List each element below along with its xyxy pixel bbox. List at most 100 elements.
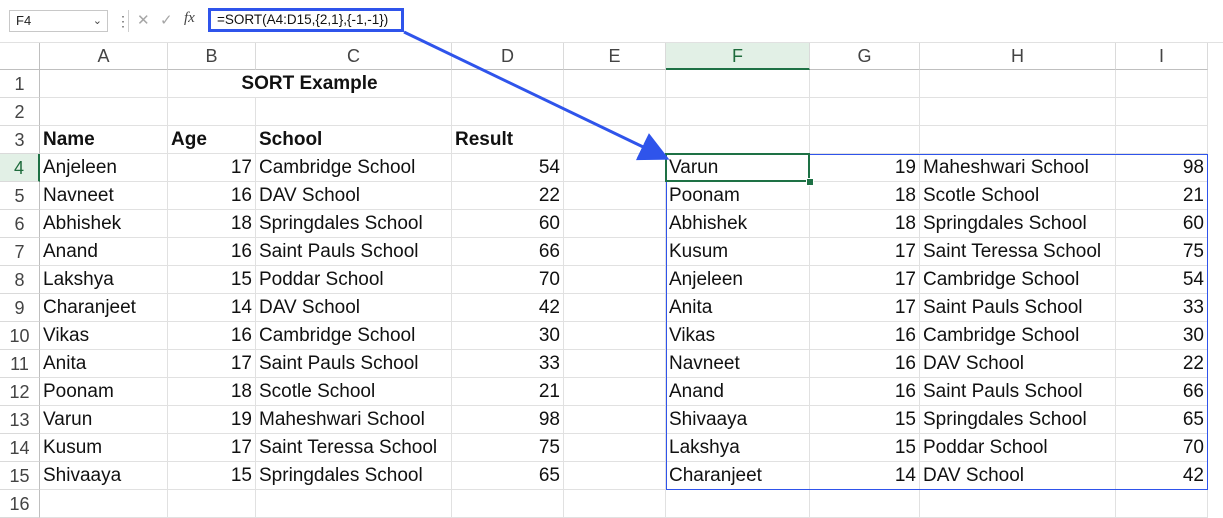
source-age-cell[interactable]: 15 [168,462,256,490]
row-header-10[interactable]: 10 [0,322,40,350]
source-school-cell[interactable]: Saint Pauls School [256,350,452,378]
empty-cell[interactable] [564,126,666,154]
name-box[interactable]: F4 ⌄ [9,10,108,32]
source-result-cell[interactable]: 30 [452,322,564,350]
empty-cell[interactable] [256,98,452,126]
sorted-result-cell[interactable]: 70 [1116,434,1208,462]
empty-cell[interactable] [1116,70,1208,98]
source-name-cell[interactable]: Navneet [40,182,168,210]
source-school-cell[interactable]: Springdales School [256,462,452,490]
empty-cell[interactable] [810,126,920,154]
source-age-cell[interactable]: 17 [168,434,256,462]
empty-cell[interactable] [666,70,810,98]
source-name-cell[interactable]: Anand [40,238,168,266]
source-school-cell[interactable]: Springdales School [256,210,452,238]
column-header-a[interactable]: A [40,43,168,70]
source-age-cell[interactable]: 16 [168,182,256,210]
empty-cell[interactable] [810,490,920,518]
source-result-cell[interactable]: 70 [452,266,564,294]
empty-cell[interactable] [1116,126,1208,154]
sorted-age-cell[interactable]: 19 [810,154,920,182]
source-result-cell[interactable]: 21 [452,378,564,406]
sorted-name-cell[interactable]: Navneet [666,350,810,378]
source-name-cell[interactable]: Shivaaya [40,462,168,490]
empty-cell[interactable] [666,490,810,518]
empty-cell[interactable] [40,70,168,98]
sorted-school-cell[interactable]: DAV School [920,462,1116,490]
source-school-cell[interactable]: Saint Teressa School [256,434,452,462]
sorted-age-cell[interactable]: 18 [810,182,920,210]
sorted-age-cell[interactable]: 16 [810,322,920,350]
empty-cell[interactable] [452,98,564,126]
sorted-school-cell[interactable]: Maheshwari School [920,154,1116,182]
source-result-cell[interactable]: 98 [452,406,564,434]
column-header-c[interactable]: C [256,43,452,70]
source-age-cell[interactable]: 16 [168,322,256,350]
source-school-cell[interactable]: DAV School [256,294,452,322]
sorted-name-cell[interactable]: Shivaaya [666,406,810,434]
sorted-age-cell[interactable]: 18 [810,210,920,238]
header-age[interactable]: Age [168,126,256,154]
sorted-age-cell[interactable]: 17 [810,238,920,266]
empty-cell[interactable] [40,490,168,518]
row-header-13[interactable]: 13 [0,406,40,434]
header-school[interactable]: School [256,126,452,154]
source-result-cell[interactable]: 22 [452,182,564,210]
sheet-title[interactable]: SORT Example [168,70,452,98]
empty-cell[interactable] [564,98,666,126]
source-name-cell[interactable]: Vikas [40,322,168,350]
empty-cell[interactable] [564,238,666,266]
empty-cell[interactable] [666,126,810,154]
sorted-result-cell[interactable]: 21 [1116,182,1208,210]
source-name-cell[interactable]: Anjeleen [40,154,168,182]
empty-cell[interactable] [452,490,564,518]
header-name[interactable]: Name [40,126,168,154]
sorted-name-cell[interactable]: Charanjeet [666,462,810,490]
row-header-9[interactable]: 9 [0,294,40,322]
sorted-name-cell[interactable]: Anita [666,294,810,322]
empty-cell[interactable] [564,378,666,406]
sorted-result-cell[interactable]: 42 [1116,462,1208,490]
empty-cell[interactable] [564,210,666,238]
empty-cell[interactable] [920,70,1116,98]
sorted-school-cell[interactable]: Springdales School [920,210,1116,238]
source-age-cell[interactable]: 17 [168,154,256,182]
empty-cell[interactable] [564,70,666,98]
empty-cell[interactable] [564,434,666,462]
source-school-cell[interactable]: Maheshwari School [256,406,452,434]
row-header-16[interactable]: 16 [0,490,40,518]
column-header-e[interactable]: E [564,43,666,70]
row-header-14[interactable]: 14 [0,434,40,462]
empty-cell[interactable] [810,70,920,98]
sorted-result-cell[interactable]: 98 [1116,154,1208,182]
check-icon[interactable]: ✓ [160,11,173,29]
select-all-corner[interactable] [0,43,40,70]
source-school-cell[interactable]: Cambridge School [256,322,452,350]
sorted-name-cell[interactable]: Vikas [666,322,810,350]
column-header-d[interactable]: D [452,43,564,70]
empty-cell[interactable] [564,322,666,350]
source-name-cell[interactable]: Lakshya [40,266,168,294]
source-age-cell[interactable]: 16 [168,238,256,266]
sorted-age-cell[interactable]: 16 [810,378,920,406]
column-header-f[interactable]: F [666,43,810,70]
source-result-cell[interactable]: 60 [452,210,564,238]
sorted-result-cell[interactable]: 66 [1116,378,1208,406]
empty-cell[interactable] [920,98,1116,126]
header-result[interactable]: Result [452,126,564,154]
sorted-age-cell[interactable]: 17 [810,294,920,322]
sorted-result-cell[interactable]: 33 [1116,294,1208,322]
chevron-down-icon[interactable]: ⌄ [93,11,102,31]
row-header-5[interactable]: 5 [0,182,40,210]
source-result-cell[interactable]: 75 [452,434,564,462]
empty-cell[interactable] [256,490,452,518]
empty-cell[interactable] [452,70,564,98]
source-school-cell[interactable]: Saint Pauls School [256,238,452,266]
empty-cell[interactable] [1116,98,1208,126]
empty-cell[interactable] [564,490,666,518]
source-name-cell[interactable]: Charanjeet [40,294,168,322]
source-age-cell[interactable]: 17 [168,350,256,378]
source-age-cell[interactable]: 18 [168,378,256,406]
row-header-2[interactable]: 2 [0,98,40,126]
sorted-name-cell[interactable]: Kusum [666,238,810,266]
